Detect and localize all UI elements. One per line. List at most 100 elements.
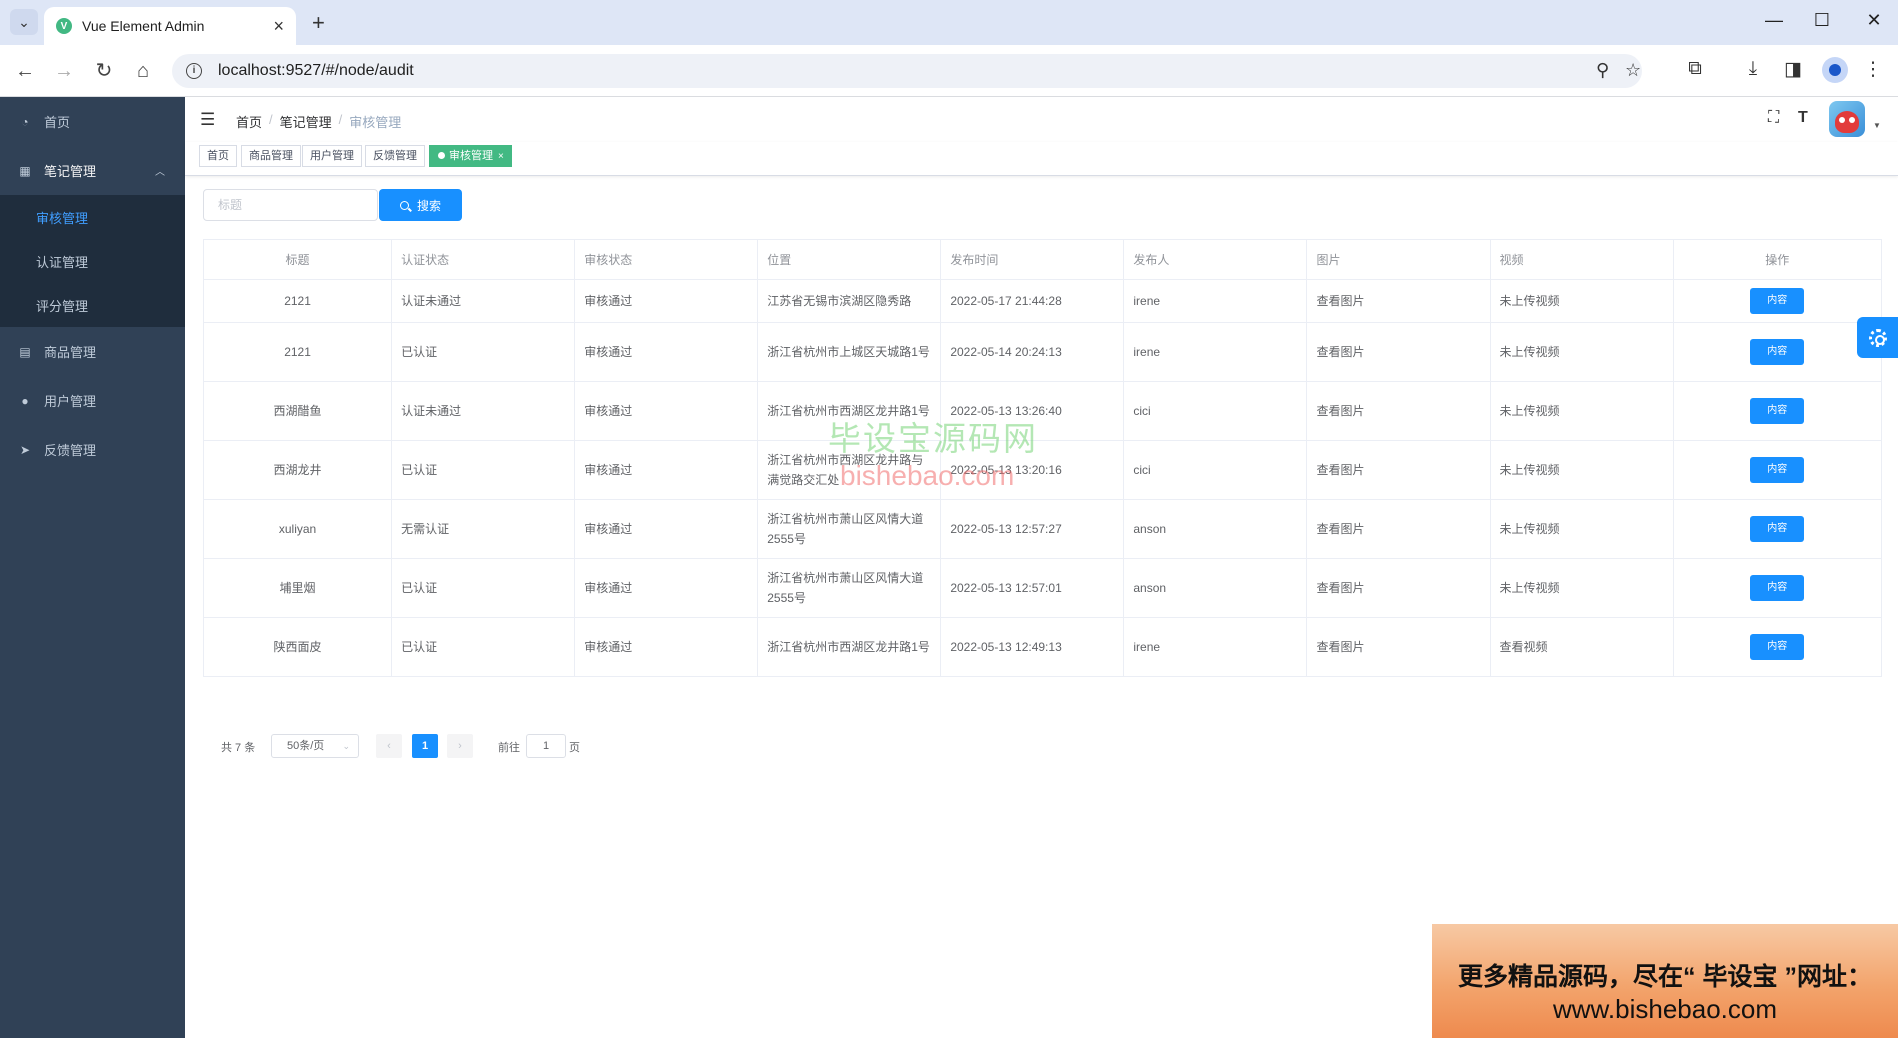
sidebar-item-label: 评分管理: [36, 298, 89, 314]
cell-audit-status: 审核通过: [574, 440, 759, 500]
cell-image[interactable]: 查看图片: [1306, 440, 1491, 500]
next-page-button[interactable]: ›: [447, 734, 473, 758]
cell-title: 陕西面皮: [202, 617, 393, 677]
tag-close-icon[interactable]: ×: [498, 151, 504, 162]
chevron-up-icon: ︿: [155, 167, 165, 178]
browser-toolbar: ← → ↻ ⌂ i localhost:9527/#/node/audit ⚲ …: [0, 45, 1898, 97]
content-button[interactable]: 内容: [1750, 398, 1805, 424]
download-icon[interactable]: ⤓: [1740, 58, 1766, 80]
tab-search-button[interactable]: ⌄: [10, 9, 38, 35]
settings-button[interactable]: [1857, 317, 1898, 358]
close-tab-icon[interactable]: ×: [273, 16, 284, 37]
minimize-icon[interactable]: —: [1762, 10, 1786, 31]
back-icon[interactable]: ←: [11, 57, 39, 85]
breadcrumb-item[interactable]: 首页: [236, 112, 262, 131]
cell-location: 浙江省杭州市萧山区风情大道2555号: [757, 558, 942, 618]
site-info-icon[interactable]: i: [186, 63, 202, 79]
prev-page-button[interactable]: ‹: [376, 734, 402, 758]
tag-label: 用户管理: [310, 150, 354, 162]
content-button[interactable]: 内容: [1750, 457, 1805, 483]
cell-audit-status: 审核通过: [574, 558, 759, 618]
tag-users[interactable]: 用户管理: [302, 145, 362, 167]
browser-tab[interactable]: V Vue Element Admin ×: [44, 7, 296, 45]
tag-goods[interactable]: 商品管理: [241, 145, 301, 167]
cell-video: 未上传视频: [1489, 440, 1674, 500]
cell-author: irene: [1123, 322, 1308, 382]
content-button[interactable]: 内容: [1750, 634, 1805, 660]
cell-image[interactable]: 查看图片: [1306, 381, 1491, 441]
pagination-total: 共 7 条: [221, 742, 256, 754]
tag-feedback[interactable]: 反馈管理: [365, 145, 425, 167]
fullscreen-icon[interactable]: ⛶: [1768, 109, 1779, 127]
address-bar[interactable]: i localhost:9527/#/node/audit ⚲ ☆: [172, 54, 1642, 88]
column-header: 位置: [757, 239, 942, 280]
breadcrumb-item: 审核管理: [349, 115, 402, 130]
bookmark-star-icon[interactable]: ☆: [1625, 60, 1641, 81]
caret-down-icon[interactable]: ▼: [1873, 121, 1881, 130]
avatar[interactable]: [1829, 101, 1865, 137]
tag-audit[interactable]: 审核管理 ×: [429, 145, 512, 167]
vue-favicon-icon: V: [56, 18, 72, 34]
sidebar-item-feedback[interactable]: ➤ 反馈管理: [0, 425, 185, 474]
page-suffix-label: 页: [569, 742, 580, 754]
column-header: 发布人: [1123, 239, 1308, 280]
cell-image[interactable]: 查看图片: [1306, 279, 1491, 323]
sidebar-item-goods[interactable]: ▤ 商品管理: [0, 327, 185, 376]
forward-icon[interactable]: →: [50, 57, 78, 85]
cell-location: 江苏省无锡市滨湖区隐秀路: [757, 279, 942, 323]
sidebar-item-home[interactable]: ◔ 首页: [0, 97, 185, 146]
url-text[interactable]: localhost:9527/#/node/audit: [218, 62, 414, 80]
cell-author: cici: [1123, 440, 1308, 500]
content-button[interactable]: 内容: [1750, 516, 1805, 542]
window-close-icon[interactable]: ✕: [1862, 10, 1886, 31]
more-menu-icon[interactable]: ⋮: [1860, 58, 1886, 81]
promo-url: www.bishebao.com: [1553, 994, 1777, 1024]
content-button[interactable]: 内容: [1750, 288, 1805, 314]
cell-audit-status: 审核通过: [574, 279, 759, 323]
content-button[interactable]: 内容: [1750, 575, 1805, 601]
cell-author: anson: [1123, 499, 1308, 559]
new-tab-button[interactable]: +: [312, 10, 325, 36]
table-row: 西湖醋鱼 认证未通过 审核通过 浙江省杭州市西湖区龙井路1号 2022-05-1…: [202, 381, 1883, 441]
sidebar-submenu: 审核管理 认证管理 评分管理: [0, 195, 185, 327]
page-size-select[interactable]: 50条/页 ⌄: [271, 734, 359, 758]
search-button[interactable]: 搜索: [379, 189, 462, 221]
dashboard-icon: ◔: [21, 114, 29, 129]
cell-action: 内容: [1672, 381, 1883, 441]
sidebar-item-notes[interactable]: ▦ 笔记管理 ︿: [0, 146, 185, 195]
sidebar-item-certification[interactable]: 认证管理: [0, 239, 185, 283]
zoom-icon[interactable]: ⚲: [1596, 60, 1609, 81]
hamburger-menu-icon[interactable]: ☰: [200, 110, 215, 130]
tag-home[interactable]: 首页: [199, 145, 237, 167]
breadcrumb-item[interactable]: 笔记管理: [280, 112, 332, 131]
page-number-button[interactable]: 1: [412, 734, 438, 758]
cell-location: 浙江省杭州市西湖区龙井路1号: [757, 617, 942, 677]
cell-publish-time: 2022-05-13 12:57:01: [940, 558, 1125, 618]
profile-avatar-icon[interactable]: [1822, 57, 1848, 83]
chevron-down-icon: ⌄: [18, 13, 30, 30]
cell-image[interactable]: 查看图片: [1306, 322, 1491, 382]
extensions-icon[interactable]: ⧉: [1682, 58, 1708, 80]
tag-label: 商品管理: [249, 150, 293, 162]
goto-page-input[interactable]: 1: [526, 734, 566, 758]
cell-image[interactable]: 查看图片: [1306, 617, 1491, 677]
home-icon[interactable]: ⌂: [129, 57, 157, 85]
maximize-icon[interactable]: ☐: [1810, 10, 1834, 31]
user-icon: ●: [21, 393, 29, 408]
content-button[interactable]: 内容: [1750, 339, 1805, 365]
cell-author: anson: [1123, 558, 1308, 618]
cell-image[interactable]: 查看图片: [1306, 558, 1491, 618]
cell-auth-status: 认证未通过: [391, 279, 576, 323]
cell-image[interactable]: 查看图片: [1306, 499, 1491, 559]
side-panel-icon[interactable]: ◨: [1780, 58, 1806, 81]
reload-icon[interactable]: ↻: [90, 57, 118, 85]
title-search-input[interactable]: [203, 189, 378, 221]
sidebar-item-users[interactable]: ● 用户管理: [0, 376, 185, 425]
text-size-icon[interactable]: T: [1798, 109, 1808, 127]
sidebar-item-audit[interactable]: 审核管理: [0, 195, 185, 239]
audit-table: 标题 认证状态 审核状态 位置 发布时间 发布人 图片 视频 操作 2121 认…: [202, 239, 1883, 677]
cell-video[interactable]: 查看视频: [1489, 617, 1674, 677]
sidebar-item-rating[interactable]: 评分管理: [0, 283, 185, 327]
cell-audit-status: 审核通过: [574, 499, 759, 559]
browser-tab-strip: ⌄ V Vue Element Admin × + — ☐ ✕: [0, 0, 1898, 45]
